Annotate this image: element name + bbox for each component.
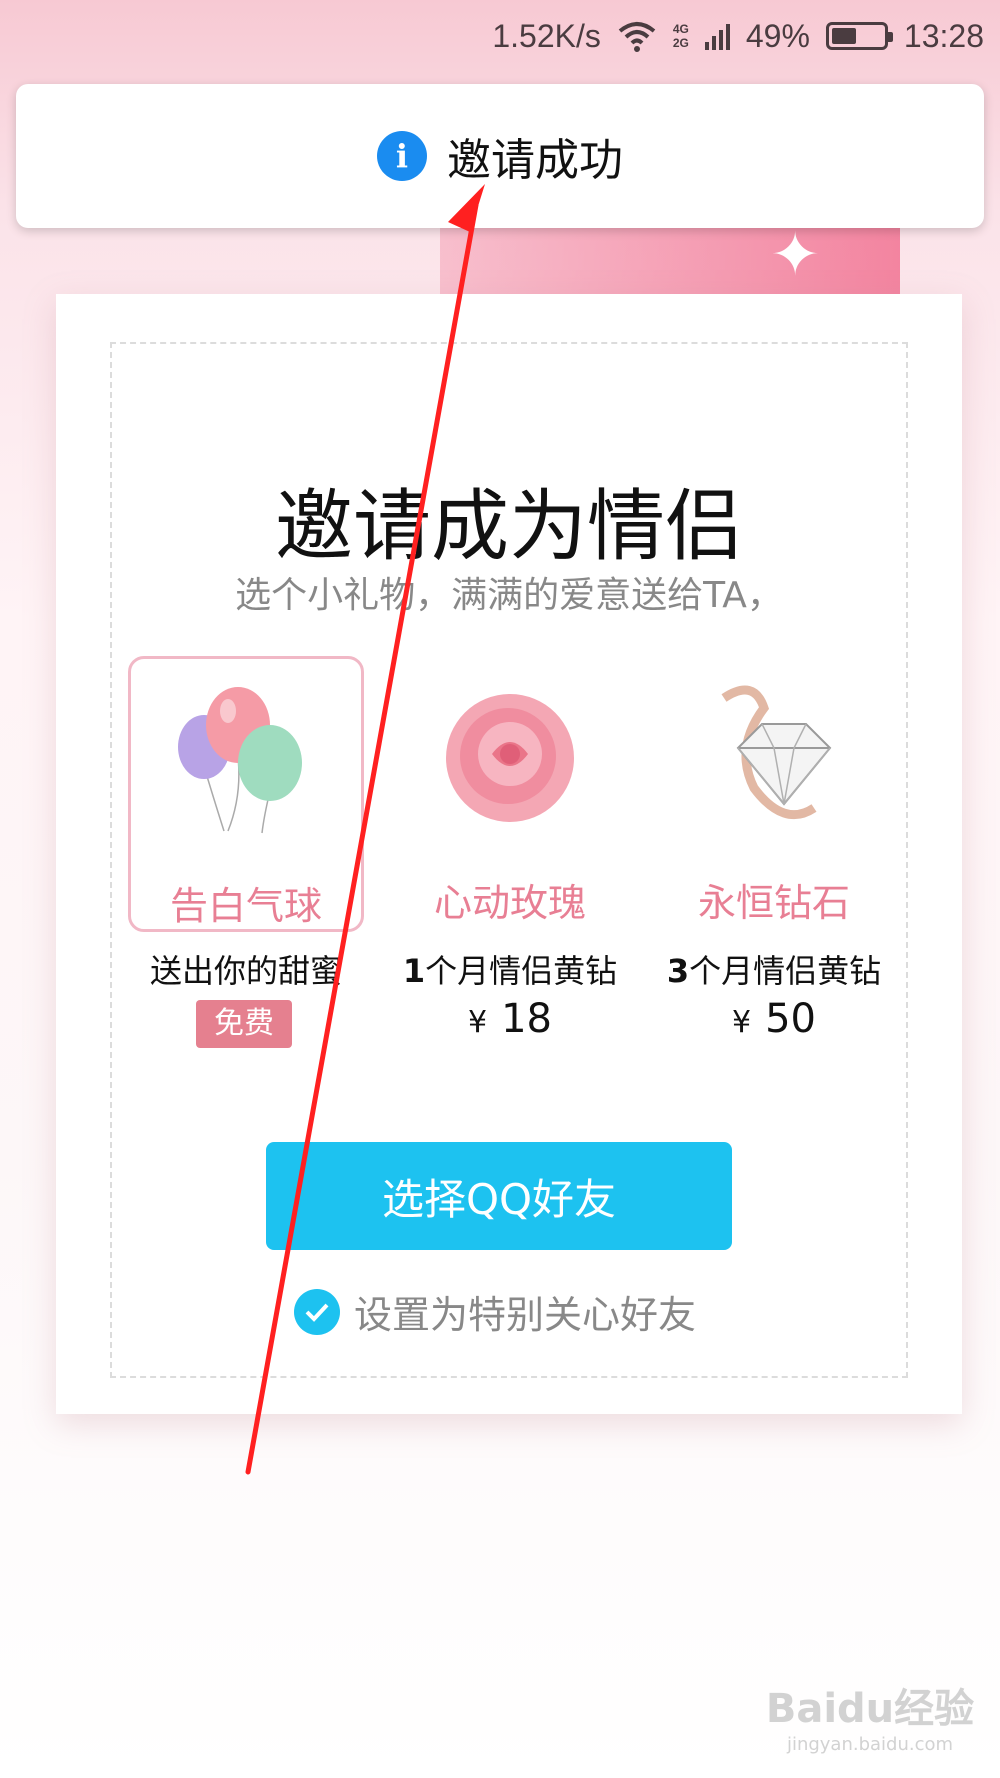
sparkle-icon: ✦ [770,220,821,290]
toast-notification: i 邀请成功 [16,84,984,228]
free-badge: 免费 [196,1000,292,1048]
invite-card: 邀请成为情侣 选个小礼物，满满的爱意送给TA， 告白气球 心动玫瑰 永恒钻石 送… [56,294,962,1414]
checkbox-label: 设置为特别关心好友 [354,1293,697,1337]
network-speed: 1.52K/s [492,17,601,54]
gift-option-diamond[interactable]: 永恒钻石 [656,656,892,932]
diamond-icon [721,685,832,820]
subtitle: 选个小礼物，满满的爱意送给TA， [235,575,783,616]
special-care-checkbox-row[interactable]: 设置为特别关心好友 [294,1284,696,1339]
battery-icon [825,22,893,50]
gift-name: 永恒钻石 [697,881,850,925]
gift-description: 3个月情侣黄钻 [666,952,882,990]
balloons-icon [178,687,302,834]
gift-price: ¥50 [732,996,816,1042]
gift-description: 送出你的甜蜜 [149,952,342,990]
battery-percent: 49% [745,17,810,54]
signal-icon [704,22,730,50]
network-type: 4G 2G [672,22,689,50]
gift-name: 告白气球 [169,884,322,928]
toast-message: 邀请成功 [447,135,623,186]
clock: 13:28 [903,17,984,54]
gift-price: ¥18 [468,996,552,1042]
gift-name: 心动玫瑰 [433,881,586,925]
select-qq-friend-button[interactable]: 选择QQ好友 [266,1142,732,1250]
checkmark-icon[interactable] [294,1288,340,1335]
baidu-watermark: Baidu经验 jingyan.baidu.com [765,1686,975,1755]
status-bar: 1.52K/s 4G 2G 49% 13:28 [0,0,1000,72]
wifi-icon [618,22,656,52]
gift-description: 1个月情侣黄钻 [402,952,618,990]
rose-icon [446,694,574,822]
page-title: 邀请成为情侣 [274,482,743,572]
gift-option-rose[interactable]: 心动玫瑰 [392,656,628,932]
info-icon: i [377,131,427,181]
gift-option-balloon[interactable]: 告白气球 [128,656,364,932]
